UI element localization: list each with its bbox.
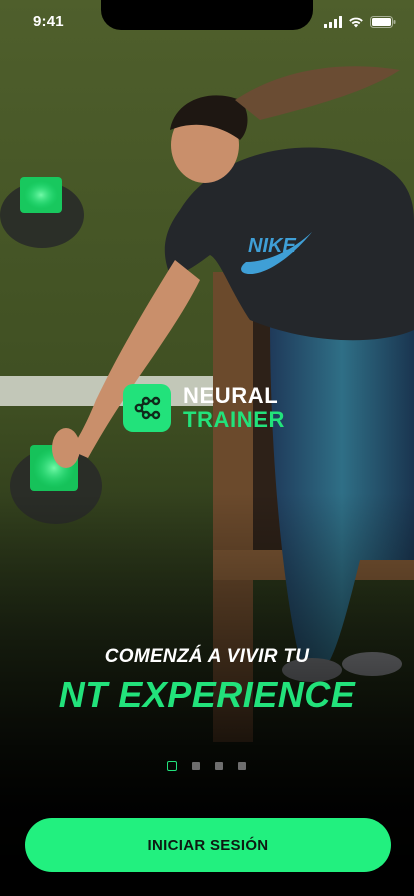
page-dot-1[interactable] bbox=[167, 761, 177, 771]
status-icons bbox=[324, 15, 396, 33]
signal-icon bbox=[324, 15, 342, 33]
status-time: 9:41 bbox=[33, 13, 64, 30]
page-dot-2[interactable] bbox=[192, 762, 200, 770]
login-button[interactable]: INICIAR SESIÓN bbox=[25, 818, 391, 872]
wifi-icon bbox=[348, 15, 364, 33]
headline-subtitle: COMENZÁ A VIVIR TU bbox=[104, 646, 310, 667]
brand-name-line2: TRAINER bbox=[183, 407, 285, 432]
brand-name-line1: NEURAL bbox=[183, 383, 279, 408]
page-dot-4[interactable] bbox=[238, 762, 246, 770]
brand-logo: NEURAL TRAINER bbox=[123, 384, 285, 432]
onboarding-headline: COMENZÁ A VIVIR TU NT EXPERIENCE bbox=[0, 646, 414, 716]
device-notch bbox=[101, 0, 313, 30]
battery-icon bbox=[370, 15, 396, 33]
page-indicator bbox=[167, 761, 246, 771]
headline-title: NT EXPERIENCE bbox=[58, 674, 356, 715]
status-bar: 9:41 bbox=[0, 0, 414, 44]
onboarding-screen: NIKE 9:41 bbox=[0, 0, 414, 896]
brand-name: NEURAL TRAINER bbox=[183, 385, 285, 431]
page-dot-3[interactable] bbox=[215, 762, 223, 770]
neural-trainer-logo-icon bbox=[123, 384, 171, 432]
